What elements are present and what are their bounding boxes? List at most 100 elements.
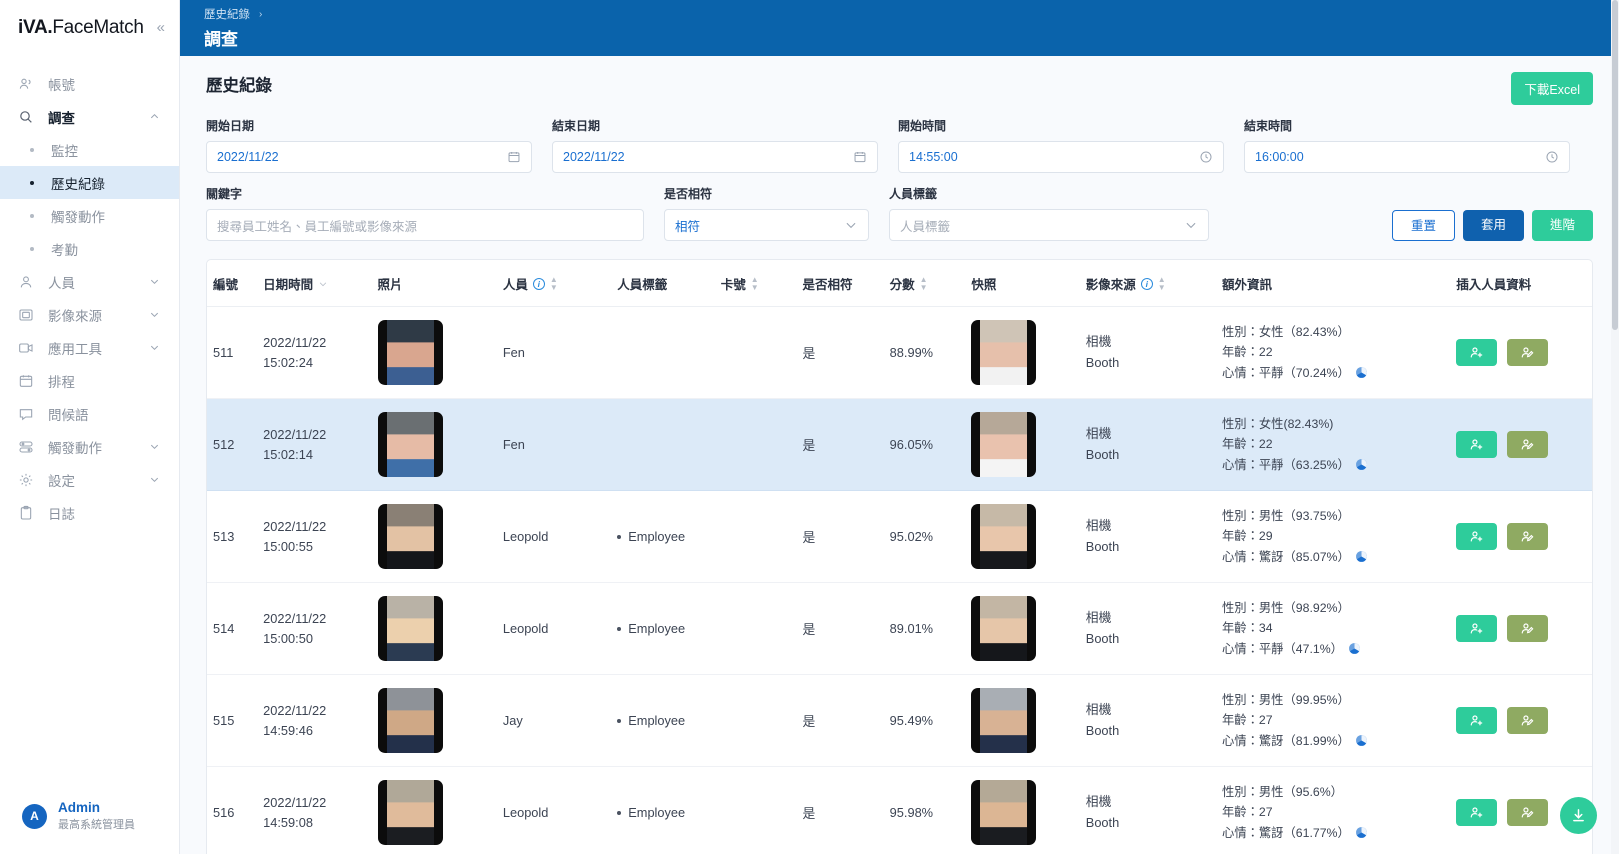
reset-button[interactable]: 重置 [1392, 210, 1455, 241]
sidebar-item-greeting[interactable]: 問候語 [0, 397, 179, 430]
edit-person-button[interactable] [1507, 339, 1548, 366]
add-person-button[interactable] [1456, 523, 1497, 550]
col-source[interactable]: 影像來源i▲▼ [1080, 260, 1216, 307]
snapshot-thumbnail[interactable] [971, 504, 1036, 569]
photo-thumbnail[interactable] [378, 596, 443, 661]
bullet-icon [617, 627, 621, 631]
table-row[interactable]: 5112022/11/2215:02:24Fen是88.99%相機Booth性別… [207, 307, 1592, 399]
info-icon[interactable]: i [1141, 278, 1153, 290]
pie-chart-icon[interactable] [1355, 550, 1368, 563]
snapshot-thumbnail[interactable] [971, 688, 1036, 753]
clock-icon[interactable] [1545, 150, 1559, 164]
advanced-button[interactable]: 進階 [1532, 210, 1593, 241]
sidebar-item-person[interactable]: 人員 [0, 265, 179, 298]
pie-chart-icon[interactable] [1355, 734, 1368, 747]
breadcrumb-item[interactable]: 歷史紀錄 [204, 6, 250, 22]
sidebar-item-apps[interactable]: 應用工具 [0, 331, 179, 364]
sort-icon[interactable]: ▲▼ [751, 276, 759, 292]
chevron-down-icon[interactable] [318, 279, 328, 289]
snapshot-thumbnail[interactable] [971, 780, 1036, 845]
photo-thumbnail[interactable] [378, 412, 443, 477]
sidebar-item-trigger[interactable]: 觸發動作 [0, 430, 179, 463]
calendar-icon[interactable] [853, 150, 867, 164]
edit-person-button[interactable] [1507, 523, 1548, 550]
cell-snapshot [965, 399, 1079, 491]
clock-icon[interactable] [1199, 150, 1213, 164]
start-date-value: 2022/11/22 [217, 150, 279, 164]
pie-chart-icon[interactable] [1355, 366, 1368, 379]
pie-chart-icon[interactable] [1355, 826, 1368, 839]
col-card[interactable]: 卡號▲▼ [715, 260, 797, 307]
match-select[interactable]: 相符 [664, 209, 869, 241]
add-person-button[interactable] [1456, 339, 1497, 366]
end-date-input[interactable]: 2022/11/22 [552, 141, 878, 173]
sidebar-item-attendance[interactable]: 考勤 [0, 232, 179, 265]
add-person-button[interactable] [1456, 707, 1497, 734]
filter-start-time: 開始時間 14:55:00 [898, 117, 1224, 173]
table-row[interactable]: 5162022/11/2214:59:08LeopoldEmployee是95.… [207, 767, 1592, 854]
sort-icon[interactable]: ▲▼ [550, 276, 558, 292]
vertical-scrollbar[interactable] [1611, 0, 1619, 854]
add-person-button[interactable] [1456, 799, 1497, 826]
download-fab-button[interactable] [1560, 797, 1597, 834]
pie-chart-icon[interactable] [1348, 642, 1361, 655]
photo-thumbnail[interactable] [378, 688, 443, 753]
col-datetime[interactable]: 日期時間 [257, 260, 371, 307]
chevron-down-icon[interactable] [844, 218, 858, 232]
col-score[interactable]: 分數▲▼ [884, 260, 966, 307]
sort-icon[interactable]: ▲▼ [920, 276, 928, 292]
sidebar-item-monitoring[interactable]: 監控 [0, 133, 179, 166]
cell-score: 95.98% [884, 767, 966, 854]
pie-chart-icon[interactable] [1355, 458, 1368, 471]
photo-thumbnail[interactable] [378, 320, 443, 385]
table-row[interactable]: 5142022/11/2215:00:50LeopoldEmployee是89.… [207, 583, 1592, 675]
edit-person-button[interactable] [1507, 431, 1548, 458]
start-time-input[interactable]: 14:55:00 [898, 141, 1224, 173]
edit-person-button[interactable] [1507, 707, 1548, 734]
cell-person-tag: Employee [611, 767, 715, 854]
chevron-down-icon[interactable] [1184, 218, 1198, 232]
col-person[interactable]: 人員i▲▼ [497, 260, 611, 307]
cell-extra: 性別：男性（95.6%）年齡：27心情：驚訝（61.77%） [1216, 767, 1450, 854]
download-excel-button[interactable]: 下載Excel [1511, 72, 1593, 105]
user-name: Admin [58, 799, 135, 817]
sidebar-item-video-source[interactable]: 影像來源 [0, 298, 179, 331]
add-person-button[interactable] [1456, 431, 1497, 458]
snapshot-thumbnail[interactable] [971, 412, 1036, 477]
cell-source: 相機Booth [1080, 307, 1216, 399]
cell-person-tag [611, 399, 715, 491]
snapshot-thumbnail[interactable] [971, 320, 1036, 385]
table-row[interactable]: 5152022/11/2214:59:46JayEmployee是95.49%相… [207, 675, 1592, 767]
photo-thumbnail[interactable] [378, 504, 443, 569]
edit-person-button[interactable] [1507, 799, 1548, 826]
sidebar-item-settings[interactable]: 設定 [0, 463, 179, 496]
sidebar-item-label: 排程 [48, 371, 179, 391]
cell-datetime: 2022/11/2215:00:50 [257, 583, 371, 675]
person-tag-select[interactable]: 人員標籤 [889, 209, 1209, 241]
sidebar-item-trigger-action[interactable]: 觸發動作 [0, 199, 179, 232]
sidebar-item-investigation[interactable]: 調查 [0, 100, 179, 133]
sort-icon[interactable]: ▲▼ [1158, 276, 1166, 292]
gear-icon [18, 472, 34, 488]
field-label: 開始時間 [898, 117, 1224, 134]
end-time-input[interactable]: 16:00:00 [1244, 141, 1570, 173]
table-row[interactable]: 5132022/11/2215:00:55LeopoldEmployee是95.… [207, 491, 1592, 583]
snapshot-thumbnail[interactable] [971, 596, 1036, 661]
calendar-icon[interactable] [507, 150, 521, 164]
photo-thumbnail[interactable] [378, 780, 443, 845]
add-person-button[interactable] [1456, 615, 1497, 642]
edit-person-button[interactable] [1507, 615, 1548, 642]
sidebar-item-accounts[interactable]: 帳號 [0, 67, 179, 100]
sidebar-item-history[interactable]: 歷史紀錄 [0, 166, 179, 199]
apply-button[interactable]: 套用 [1463, 210, 1524, 241]
scrollbar-thumb[interactable] [1612, 0, 1618, 330]
info-icon[interactable]: i [533, 278, 545, 290]
double-chevron-left-icon[interactable]: « [157, 20, 165, 35]
col-label: 人員標籤 [617, 274, 667, 293]
sidebar-user[interactable]: A Admin 最高系統管理員 [0, 784, 179, 854]
start-date-input[interactable]: 2022/11/22 [206, 141, 532, 173]
sidebar-item-schedule[interactable]: 排程 [0, 364, 179, 397]
sidebar-item-log[interactable]: 日誌 [0, 496, 179, 529]
search-input[interactable]: 搜尋員工姓名、員工編號或影像來源 [206, 209, 644, 241]
table-row[interactable]: 5122022/11/2215:02:14Fen是96.05%相機Booth性別… [207, 399, 1592, 491]
